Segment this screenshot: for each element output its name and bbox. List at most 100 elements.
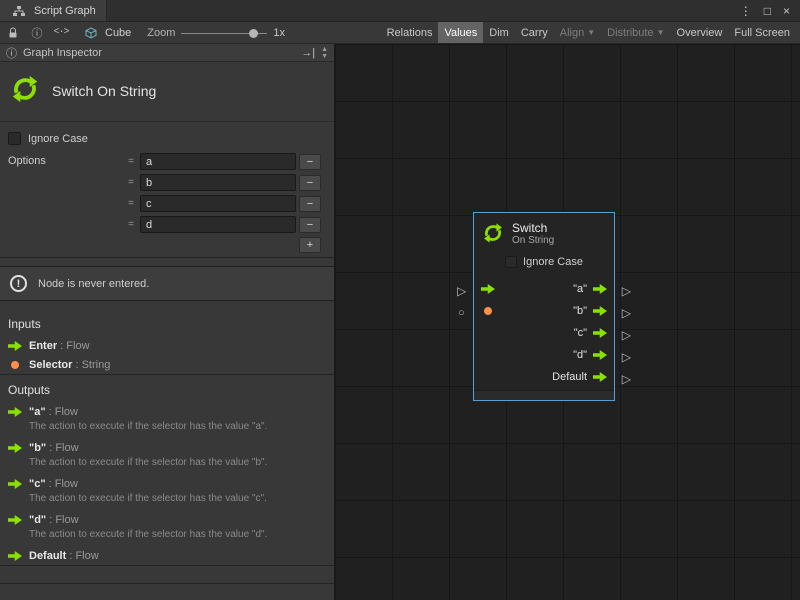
output-item: "c" : Flow [0,474,334,493]
ignore-case-checkbox[interactable] [8,132,21,145]
zoom-slider-knob[interactable] [249,29,258,38]
external-selector-input-port[interactable]: ○ [458,307,465,319]
close-icon[interactable]: × [783,4,790,18]
graph-inspector-panel: ⓘ Graph Inspector →| ▲ ▼ [0,44,335,600]
full-screen-button[interactable]: Full Screen [728,22,796,43]
unit-title: Switch On String [52,83,156,99]
chevron-down-icon: ▼ [587,28,595,37]
remove-option-button[interactable]: − [299,196,321,212]
remove-option-button[interactable]: − [299,154,321,170]
window-tab-bar: Script Graph ⋮ □ × [0,0,800,22]
remove-option-button[interactable]: − [299,217,321,233]
flow-output-port[interactable] [593,284,607,294]
graph-canvas[interactable]: Switch On String Ignore Case "a" "b [335,44,800,600]
tab-label: Script Graph [34,5,96,17]
inputs-header: Inputs [0,309,334,336]
unit-title-block: Switch On String [0,62,334,122]
external-output-port-c[interactable]: ▷ [622,329,631,341]
flow-output-port[interactable] [593,306,607,316]
switch-on-string-node[interactable]: Switch On String Ignore Case "a" "b [473,212,615,401]
drag-handle-icon[interactable]: = [125,156,137,167]
node-ignore-case-row: Ignore Case [474,252,614,274]
maximize-icon[interactable]: □ [764,4,771,18]
remove-option-button[interactable]: − [299,175,321,191]
node-ports: "a" "b" "c" "d" Default [474,274,614,388]
scroll-down-icon[interactable]: ▼ [321,53,328,60]
warning-text: Node is never entered. [38,278,149,290]
port-row-a: "a" [474,278,614,300]
info-toggle-icon[interactable]: ⓘ [28,25,46,41]
node-ignore-case-label: Ignore Case [523,256,583,268]
graph-toolbar: ⓘ <·> Cube Zoom 1x Relations Values Dim … [0,22,800,44]
external-output-port-b[interactable]: ▷ [622,307,631,319]
node-header[interactable]: Switch On String [474,213,614,252]
external-flow-input-port[interactable]: ▷ [457,285,466,297]
option-row: = − [125,174,321,191]
scroll-up-icon[interactable]: ▲ [321,46,328,53]
relations-button[interactable]: Relations [381,22,439,43]
option-row: = − [125,195,321,212]
zoom-value: 1x [273,27,285,39]
port-row-b: "b" [474,300,614,322]
output-description: The action to execute if the selector ha… [0,421,334,438]
output-description: The action to execute if the selector ha… [0,493,334,510]
node-footer [474,390,614,400]
options-section: Options = − = − = − [8,153,326,253]
breadcrumb-label: Cube [105,27,131,39]
output-item-default: Default : Flow [0,546,334,565]
warning-box: ! Node is never entered. [0,266,334,301]
breadcrumb[interactable]: Cube [76,25,137,41]
flow-output-port[interactable] [593,328,607,338]
carry-button[interactable]: Carry [515,22,554,43]
node-ignore-case-checkbox[interactable] [505,256,517,268]
add-option-button[interactable]: + [299,237,321,253]
zoom-label: Zoom [147,27,175,39]
output-item: "a" : Flow [0,402,334,421]
drag-handle-icon[interactable]: = [125,219,137,230]
toolbar-buttons: Relations Values Dim Carry Align▼ Distri… [381,22,796,43]
overview-button[interactable]: Overview [671,22,729,43]
code-view-icon[interactable]: <·> [52,25,70,41]
lock-icon[interactable] [4,25,22,41]
external-output-port-a[interactable]: ▷ [622,285,631,297]
flow-output-port[interactable] [593,372,607,382]
external-output-port-d[interactable]: ▷ [622,351,631,363]
drag-handle-icon[interactable]: = [125,198,137,209]
option-input[interactable] [140,216,296,233]
divider [0,257,334,258]
flow-arrow-icon [8,479,22,489]
ignore-case-label: Ignore Case [28,133,88,145]
option-input[interactable] [140,153,296,170]
dim-button[interactable]: Dim [483,22,515,43]
drag-handle-icon[interactable]: = [125,177,137,188]
unity-script-graph-window: Script Graph ⋮ □ × ⓘ <·> Cube Zoom 1x Re… [0,0,800,600]
warning-icon: ! [10,275,27,292]
tab-script-graph[interactable]: Script Graph [0,0,107,21]
external-output-port-default[interactable]: ▷ [622,373,631,385]
switch-unit-icon [10,74,40,107]
values-button[interactable]: Values [438,22,483,43]
zoom-slider[interactable] [181,26,267,40]
option-input[interactable] [140,195,296,212]
switch-unit-icon [482,222,504,247]
kebab-menu-icon[interactable]: ⋮ [740,4,752,18]
port-row-c: "c" [474,322,614,344]
flow-input-port[interactable] [481,284,495,294]
option-input[interactable] [140,174,296,191]
window-controls: ⋮ □ × [730,0,800,21]
selector-input-port[interactable] [484,307,492,315]
align-button[interactable]: Align▼ [554,22,601,43]
graph-inspector-header: ⓘ Graph Inspector →| ▲ ▼ [0,44,334,62]
distribute-button[interactable]: Distribute▼ [601,22,670,43]
string-port-icon [11,361,19,369]
output-item: "d" : Flow [0,510,334,529]
outputs-header: Outputs [0,375,334,402]
flow-output-port[interactable] [593,350,607,360]
input-item-selector: Selector : String [0,355,334,374]
output-description: The action to execute if the selector ha… [0,457,334,474]
flow-arrow-icon [8,407,22,417]
panel-scroll-arrows: ▲ ▼ [321,46,328,60]
graph-inspector-title: Graph Inspector [23,47,102,59]
flow-arrow-icon [8,341,22,351]
dock-icon[interactable]: →| [301,47,315,59]
